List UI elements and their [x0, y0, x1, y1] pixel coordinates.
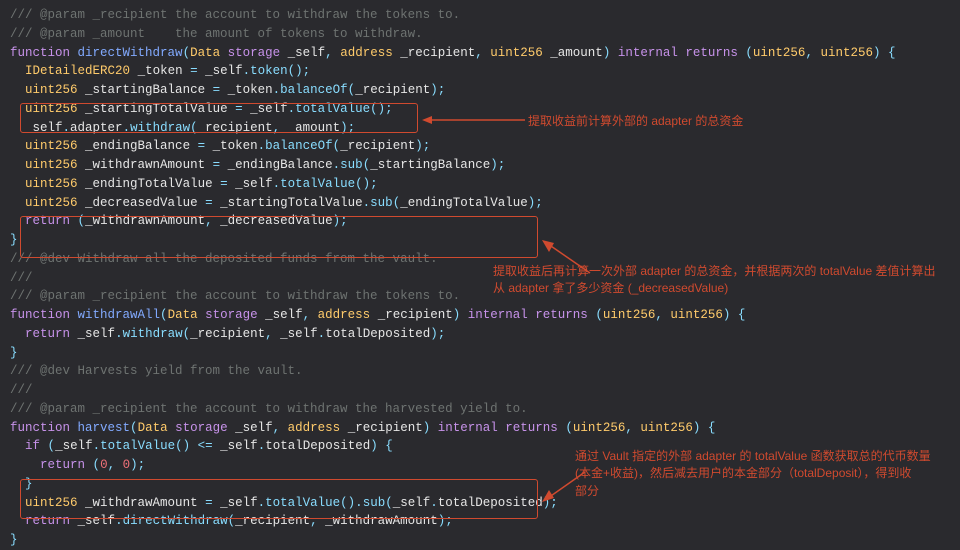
code-line: function withdrawAll(Data storage _self,… — [10, 306, 950, 325]
code-line: return _self.withdraw(_recipient, _self.… — [10, 325, 950, 344]
annotation-line: 从 adapter 拿了多少资金 (_decreasedValue) — [493, 280, 936, 297]
annotation-line: (本金+收益)，然后减去用户的本金部分（totalDeposit），得到收 — [575, 465, 931, 482]
code-line: function directWithdraw(Data storage _se… — [10, 44, 950, 63]
code-line: } — [10, 344, 950, 363]
code-line: _self.adapter.withdraw(_recipient, _amou… — [10, 119, 950, 138]
code-line: uint256 _withdrawnAmount = _endingBalanc… — [10, 156, 950, 175]
annotation-2: 提取收益后再计算一次外部 adapter 的总资金，并根据两次的 totalVa… — [493, 263, 936, 298]
comment: /// — [10, 381, 950, 400]
code-line: uint256 _decreasedValue = _startingTotal… — [10, 194, 950, 213]
annotation-line: 部分 — [575, 483, 931, 500]
code-line: IDetailedERC20 _token = _self.token(); — [10, 62, 950, 81]
code-line: uint256 _startingTotalValue = _self.tota… — [10, 100, 950, 119]
comment: /// @param _recipient the account to wit… — [10, 400, 950, 419]
code-line: function harvest(Data storage _self, add… — [10, 419, 950, 438]
code-line: } — [10, 231, 950, 250]
code-line: } — [10, 531, 950, 550]
annotation-1: 提取收益前计算外部的 adapter 的总资金 — [528, 113, 743, 130]
code-line: uint256 _startingBalance = _token.balanc… — [10, 81, 950, 100]
annotation-3: 通过 Vault 指定的外部 adapter 的 totalValue 函数获取… — [575, 448, 931, 500]
annotation-line: 通过 Vault 指定的外部 adapter 的 totalValue 函数获取… — [575, 448, 931, 465]
comment: /// @param _recipient the account to wit… — [10, 6, 950, 25]
comment: /// @param _amount the amount of tokens … — [10, 25, 950, 44]
code-line: return _self.directWithdraw(_recipient, … — [10, 512, 950, 531]
code-line: uint256 _endingTotalValue = _self.totalV… — [10, 175, 950, 194]
code-line: uint256 _endingBalance = _token.balanceO… — [10, 137, 950, 156]
code-line: return (_withdrawnAmount, _decreasedValu… — [10, 212, 950, 231]
annotation-line: 提取收益后再计算一次外部 adapter 的总资金，并根据两次的 totalVa… — [493, 263, 936, 280]
comment: /// @dev Harvests yield from the vault. — [10, 362, 950, 381]
